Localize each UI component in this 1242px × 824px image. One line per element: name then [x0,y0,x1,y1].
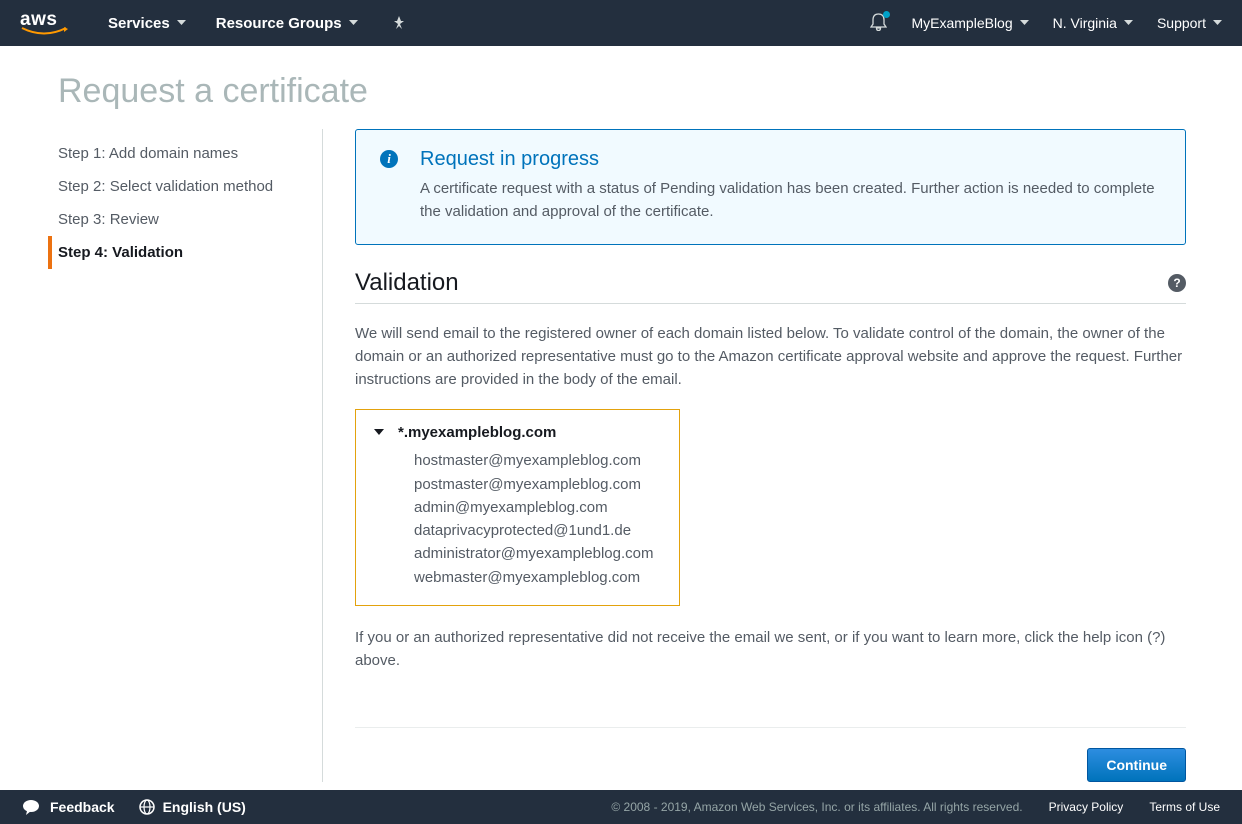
continue-button[interactable]: Continue [1087,748,1186,782]
info-title: Request in progress [420,148,1161,171]
nav-resource-groups-label: Resource Groups [216,15,342,32]
chevron-down-icon [349,20,358,26]
help-icon[interactable]: ? [1168,274,1186,292]
step-3[interactable]: Step 3: Review [53,203,322,236]
domain-name: *.myexampleblog.com [398,424,556,441]
wizard-steps-sidebar: Step 1: Add domain names Step 2: Select … [0,129,323,782]
nav-support[interactable]: Support [1157,15,1222,31]
step-2[interactable]: Step 2: Select validation method [53,170,322,203]
button-row: Continue [355,727,1186,782]
caret-down-icon [374,429,384,436]
validation-email: dataprivacyprotected@1und1.de [414,519,661,542]
main-layout: Step 1: Add domain names Step 2: Select … [0,129,1242,782]
nav-account[interactable]: MyExampleBlog [911,15,1028,31]
copyright-text: © 2008 - 2019, Amazon Web Services, Inc.… [611,800,1022,814]
section-title: Validation [355,269,459,297]
step-4[interactable]: Step 4: Validation [48,236,322,269]
pin-icon[interactable] [392,16,406,30]
terms-link[interactable]: Terms of Use [1149,800,1220,814]
info-icon-wrap: i [380,148,398,224]
footer-right: © 2008 - 2019, Amazon Web Services, Inc.… [611,800,1220,814]
step-1[interactable]: Step 1: Add domain names [53,137,322,170]
nav-services-label: Services [108,15,170,32]
section-header: Validation ? [355,269,1186,304]
feedback-link[interactable]: Feedback [50,799,115,815]
footer-bar: Feedback English (US) © 2008 - 2019, Ama… [0,790,1242,824]
chevron-down-icon [1124,20,1133,26]
nav-account-label: MyExampleBlog [911,15,1012,31]
section-description: We will send email to the registered own… [355,322,1186,392]
validation-email: webmaster@myexampleblog.com [414,566,661,589]
validation-email-list: hostmaster@myexampleblog.com postmaster@… [374,449,661,589]
language-selector[interactable]: English (US) [163,799,246,815]
domain-header[interactable]: *.myexampleblog.com [374,424,661,441]
content-area: i Request in progress A certificate requ… [323,129,1242,782]
nav-region-label: N. Virginia [1053,15,1117,31]
speech-bubble-icon [22,799,40,815]
validation-email: administrator@myexampleblog.com [414,542,661,565]
validation-email: hostmaster@myexampleblog.com [414,449,661,472]
domain-validation-box: *.myexampleblog.com hostmaster@myexample… [355,409,680,606]
chevron-down-icon [177,20,186,26]
nav-region[interactable]: N. Virginia [1053,15,1133,31]
notifications-button[interactable] [870,13,887,34]
validation-email: admin@myexampleblog.com [414,496,661,519]
validation-email: postmaster@myexampleblog.com [414,473,661,496]
globe-icon [139,799,155,815]
notification-dot [883,11,890,18]
footer-note: If you or an authorized representative d… [355,626,1186,673]
page-title: Request a certificate [0,46,1242,129]
chevron-down-icon [1213,20,1222,26]
info-alert: i Request in progress A certificate requ… [355,129,1186,245]
info-text: A certificate request with a status of P… [420,177,1161,224]
nav-support-label: Support [1157,15,1206,31]
top-nav: aws Services Resource Groups MyExampleBl… [0,0,1242,46]
aws-logo[interactable]: aws [20,9,68,37]
nav-services[interactable]: Services [108,15,186,32]
info-icon: i [380,150,398,168]
nav-right: MyExampleBlog N. Virginia Support [870,13,1222,34]
privacy-link[interactable]: Privacy Policy [1049,800,1124,814]
chevron-down-icon [1020,20,1029,26]
nav-resource-groups[interactable]: Resource Groups [216,15,358,32]
